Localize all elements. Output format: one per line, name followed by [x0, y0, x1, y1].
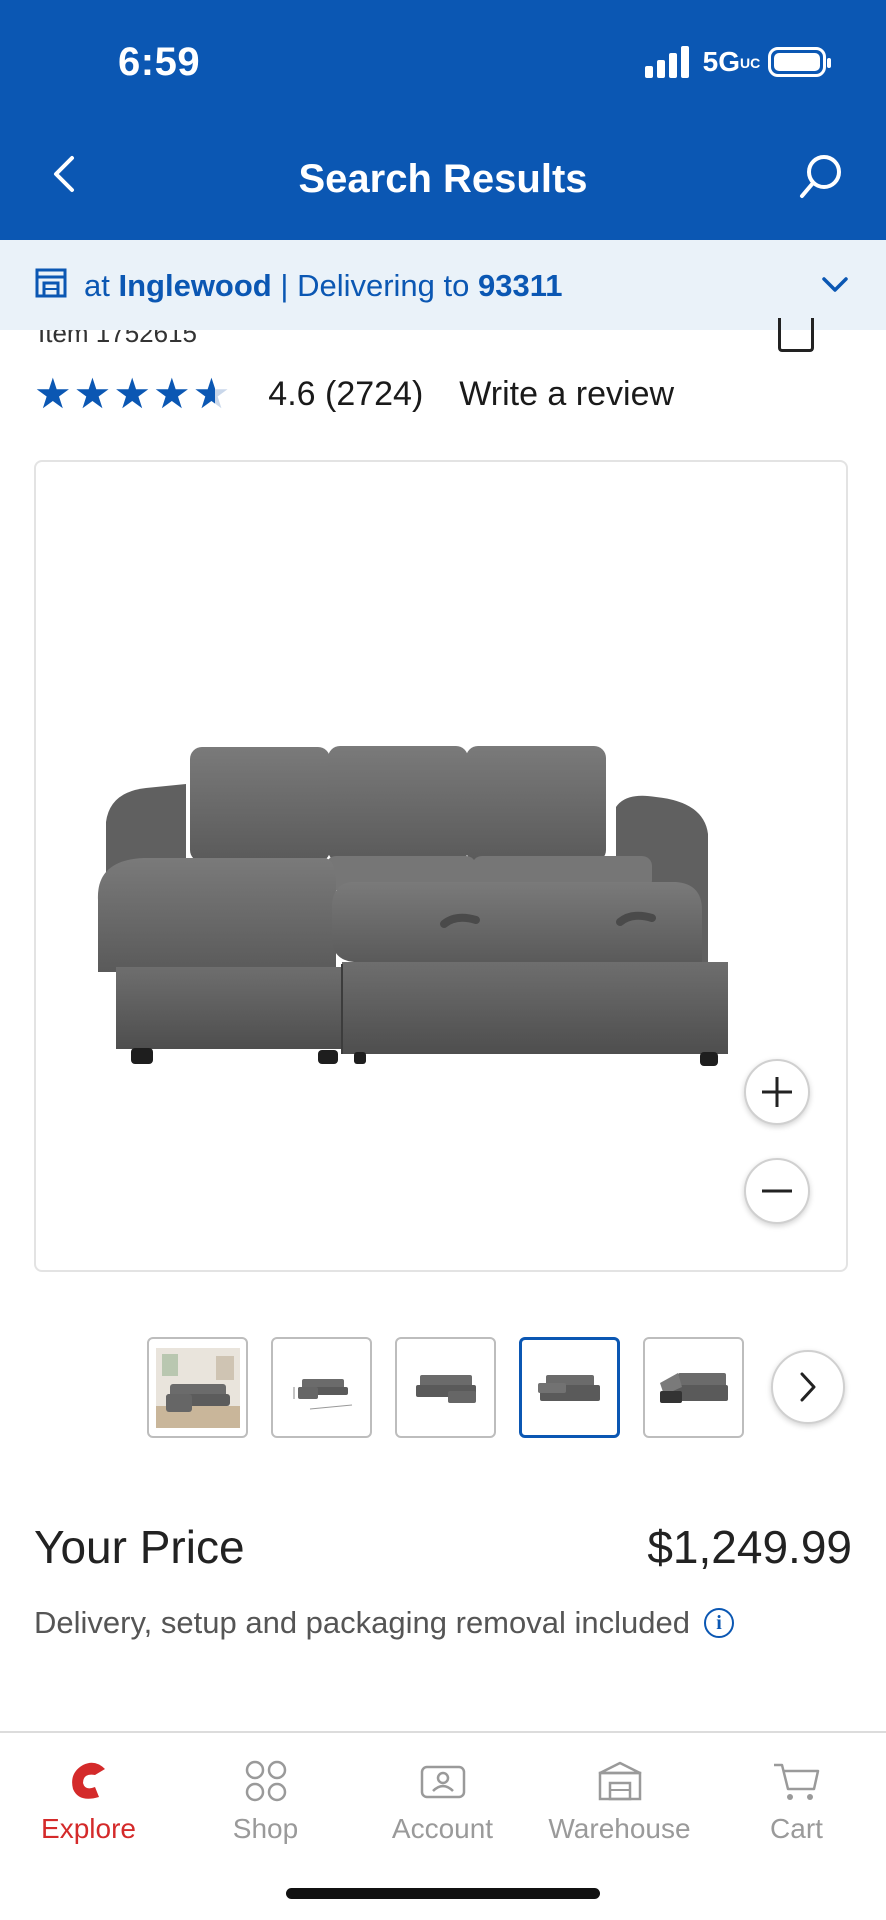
next-thumbnail-button[interactable] [771, 1350, 845, 1424]
grid-icon [244, 1751, 288, 1811]
app-header: 6:59 5GUC Search Results [0, 0, 886, 240]
chevron-down-icon [822, 277, 848, 292]
tab-account[interactable]: Account [354, 1733, 531, 1873]
thumbnail-5[interactable] [643, 1337, 744, 1438]
thumbnail-1[interactable] [147, 1337, 248, 1438]
tab-label: Cart [770, 1813, 823, 1844]
info-icon[interactable]: i [703, 1608, 734, 1638]
search-icon [800, 155, 841, 198]
thumbnail-image [659, 1372, 728, 1403]
zoom-in-button[interactable] [744, 1059, 810, 1125]
delivery-zip: 93311 [478, 268, 563, 303]
page-title: Search Results [298, 157, 588, 201]
minus-icon [762, 1189, 792, 1193]
store-prefix: at [84, 268, 110, 303]
thumbnail-3[interactable] [395, 1337, 496, 1438]
tab-label: Warehouse [548, 1813, 691, 1844]
account-icon [419, 1751, 467, 1811]
tab-label: Shop [232, 1813, 299, 1844]
price-label: Your Price [34, 1521, 245, 1573]
product-image [97, 746, 728, 1066]
product-image-viewer[interactable] [34, 460, 848, 1272]
star-rating-icon[interactable]: ★ ★ ★ ★ ★ [34, 373, 230, 415]
share-icon[interactable] [778, 318, 814, 352]
signal-icon [644, 46, 689, 78]
delivery-note: Delivery, setup and packaging removal in… [34, 1605, 734, 1641]
tab-label: Account [391, 1813, 494, 1844]
store-separator: | [280, 268, 289, 303]
rating-value[interactable]: 4.6 (2724) [268, 375, 423, 414]
chevron-right-icon [800, 1372, 816, 1402]
thumbnail-image [415, 1374, 476, 1403]
zoom-out-button[interactable] [744, 1158, 810, 1224]
tab-shop[interactable]: Shop [177, 1733, 354, 1873]
cart-icon [772, 1751, 822, 1811]
plus-icon [762, 1077, 792, 1107]
search-button[interactable] [796, 152, 846, 202]
review-count: (2724) [325, 374, 424, 413]
write-review-link[interactable]: Write a review [459, 375, 674, 414]
tab-label: Explore [41, 1813, 136, 1844]
warehouse-icon [596, 1751, 644, 1811]
thumbnail-strip [147, 1337, 744, 1438]
costco-logo-icon [65, 1751, 113, 1811]
status-time: 6:59 [118, 40, 201, 84]
rating-number: 4.6 [268, 374, 316, 413]
warehouse-icon [35, 268, 67, 298]
thumbnail-image [293, 1378, 352, 1409]
thumbnail-4[interactable] [519, 1337, 620, 1438]
home-indicator[interactable] [286, 1888, 600, 1899]
network-label: 5G [702, 46, 740, 77]
status-icons: 5GUC [644, 46, 831, 78]
delivering-label: Delivering to [297, 268, 470, 303]
tab-warehouse[interactable]: Warehouse [531, 1733, 708, 1873]
thumbnail-image [537, 1374, 600, 1401]
price-value: $1,249.99 [647, 1521, 852, 1573]
tab-explore[interactable]: Explore [0, 1733, 177, 1873]
store-delivery-bar[interactable]: at Inglewood | Delivering to 93311 [0, 240, 886, 330]
delivery-note-text: Delivery, setup and packaging removal in… [34, 1605, 690, 1640]
store-delivery-text: at Inglewood | Delivering to 93311 [84, 268, 563, 304]
rating-row: ★ ★ ★ ★ ★ 4.6 (2724) Write a review [34, 372, 674, 416]
store-name: Inglewood [118, 268, 272, 303]
thumbnail-image [155, 1347, 240, 1428]
thumbnail-2[interactable] [271, 1337, 372, 1438]
network-suffix: UC [740, 55, 761, 72]
battery-icon [768, 47, 831, 77]
tab-cart[interactable]: Cart [708, 1733, 885, 1873]
network-indicator: 5GUC [702, 46, 761, 78]
